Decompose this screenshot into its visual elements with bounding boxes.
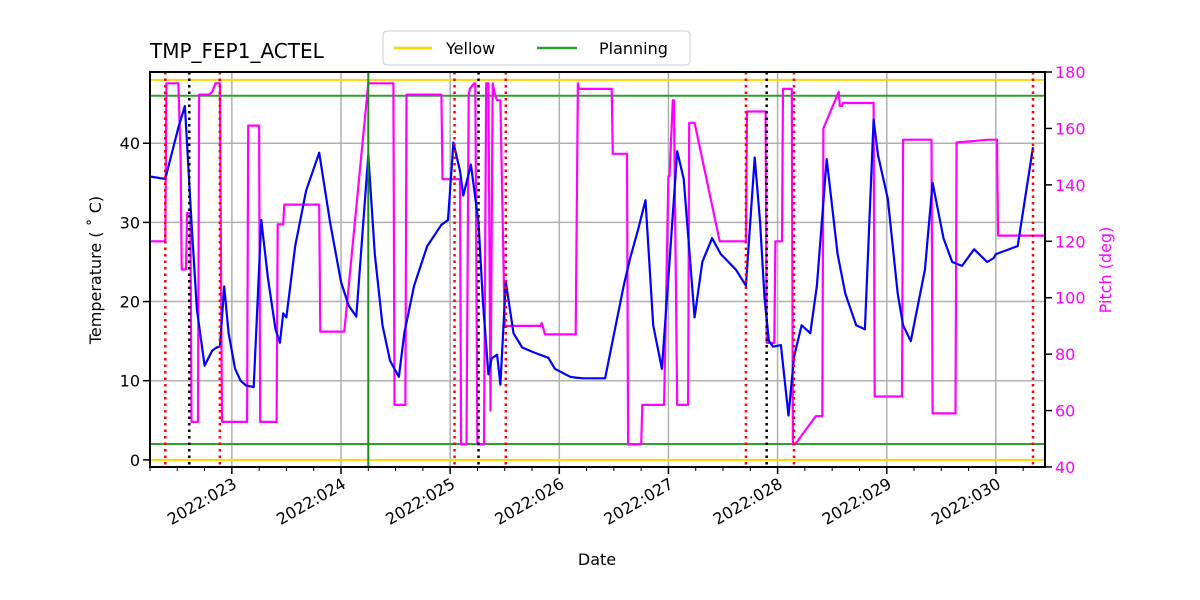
- y-axis-label: Temperature ( ˚ C): [86, 196, 105, 345]
- series-line-temperature: [149, 104, 1035, 417]
- limit-lines: [150, 78, 1045, 461]
- x-tick-label: 2022:023: [164, 474, 240, 529]
- x-tick-label: 2022:028: [710, 474, 786, 529]
- x-tick-label: 2022:030: [928, 474, 1004, 529]
- series-line-pitch: [150, 82, 1045, 446]
- y2-tick-label: 100: [1055, 289, 1086, 308]
- y-tick-label: 0: [130, 451, 140, 470]
- legend-label-planning: Planning: [599, 39, 668, 58]
- x-tick-label: 2022:027: [601, 474, 677, 529]
- y-tick-label: 20: [120, 293, 140, 312]
- x-tick-label: 2022:026: [491, 474, 567, 529]
- y2-axis-label: Pitch (deg): [1096, 227, 1115, 314]
- y2-tick-label: 180: [1055, 63, 1086, 82]
- x-axis: 2022:023 2022:024 2022:025 2022:026 2022:027…: [149, 467, 1024, 529]
- y-axis-left: 0 10 20 30 40: [120, 134, 150, 470]
- x-tick-label: 2022:024: [273, 474, 349, 529]
- x-tick-label: 2022:029: [819, 474, 895, 529]
- legend: Yellow Planning: [382, 30, 691, 66]
- y2-tick-label: 160: [1055, 119, 1086, 138]
- y2-tick-label: 120: [1055, 232, 1086, 251]
- chart-title: TMP_FEP1_ACTEL: [149, 39, 325, 63]
- y2-tick-label: 60: [1055, 402, 1075, 421]
- y-tick-label: 10: [120, 372, 140, 391]
- y2-tick-label: 40: [1055, 458, 1075, 477]
- chart: 2022:023 2022:024 2022:025 2022:026 2022:027…: [86, 30, 1115, 569]
- plot-frame: [149, 71, 1046, 468]
- y-tick-label: 40: [120, 134, 140, 153]
- grid-lines: [150, 72, 1045, 467]
- y-tick-label: 30: [120, 213, 140, 232]
- y2-tick-label: 80: [1055, 345, 1075, 364]
- x-axis-label: Date: [578, 550, 616, 569]
- y2-tick-label: 140: [1055, 176, 1086, 195]
- x-tick-label: 2022:025: [382, 474, 458, 529]
- y-axis-right: 40 60 80 100 120 140 160 180: [1045, 63, 1086, 477]
- series-lines: [149, 82, 1045, 446]
- legend-label-yellow: Yellow: [445, 39, 495, 58]
